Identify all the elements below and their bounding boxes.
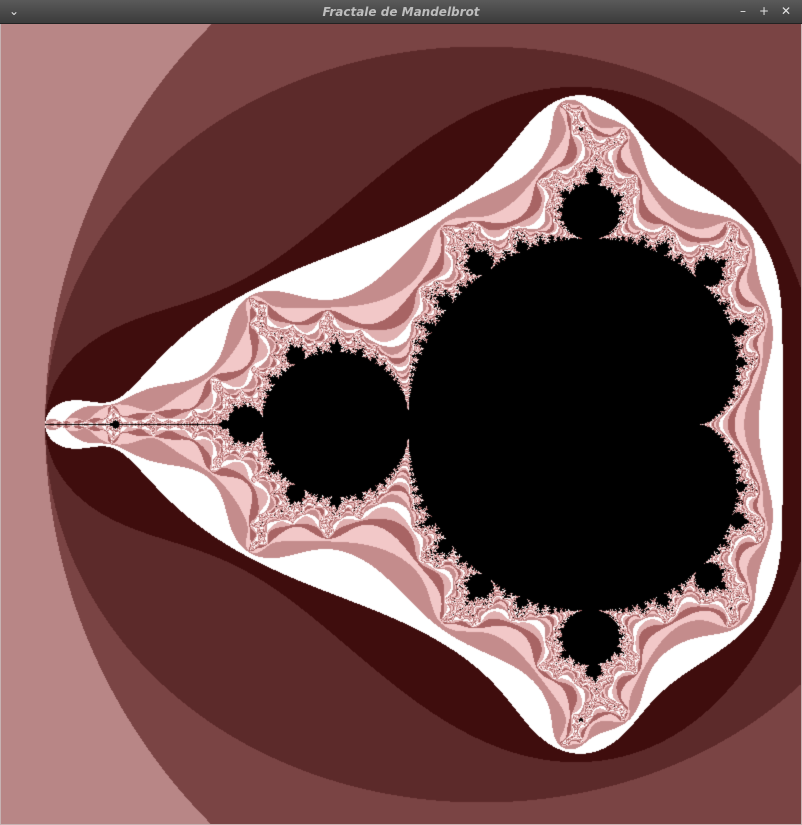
- mandelbrot-canvas[interactable]: [1, 24, 801, 824]
- app-window: ⌄ Fractale de Mandelbrot – + ✕: [0, 0, 802, 825]
- window-title: Fractale de Mandelbrot: [322, 5, 480, 19]
- maximize-icon[interactable]: +: [756, 3, 772, 19]
- fractal-view[interactable]: [1, 24, 801, 824]
- title-bar[interactable]: ⌄ Fractale de Mandelbrot – + ✕: [0, 0, 802, 24]
- close-icon[interactable]: ✕: [778, 3, 794, 19]
- minimize-icon[interactable]: –: [735, 3, 751, 19]
